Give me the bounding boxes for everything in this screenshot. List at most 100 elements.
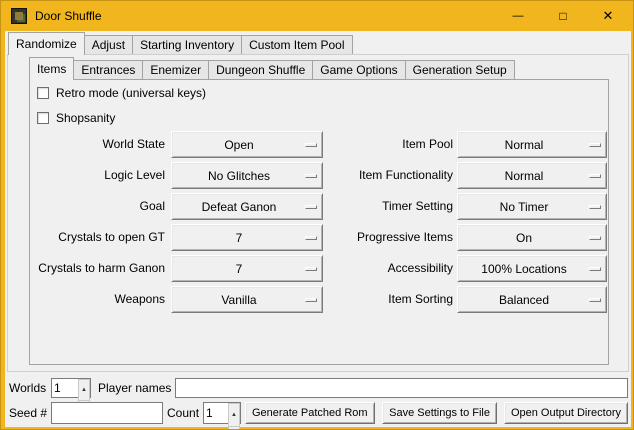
window-title: Door Shuffle: [35, 9, 102, 23]
crystals-open-gt-label: Crystals to open GT: [33, 224, 165, 251]
maximize-icon: □: [559, 9, 566, 23]
tab-enemizer[interactable]: Enemizer: [142, 60, 209, 79]
spin-up-button[interactable]: ▲: [228, 403, 240, 427]
seed-input[interactable]: [51, 402, 163, 424]
timer-setting-dropdown[interactable]: No Timer: [457, 193, 607, 220]
inner-tab-bar: Items Entrances Enemizer Dungeon Shuffle…: [29, 58, 515, 79]
item-sorting-dropdown[interactable]: Balanced: [457, 286, 607, 313]
tab-game-options[interactable]: Game Options: [312, 60, 405, 79]
retro-mode-label: Retro mode (universal keys): [56, 86, 206, 100]
dropdown-value: No Glitches: [208, 169, 270, 183]
dropdown-value: Vanilla: [221, 293, 256, 307]
player-names-label: Player names: [98, 378, 171, 398]
minimize-button[interactable]: —: [496, 2, 540, 30]
dropdown-indicator-icon: [589, 298, 601, 302]
tab-label: Items: [37, 62, 66, 76]
accessibility-label: Accessibility: [311, 255, 453, 282]
save-settings-button[interactable]: Save Settings to File: [382, 402, 497, 424]
crystals-harm-ganon-label: Crystals to harm Ganon: [33, 255, 165, 282]
item-functionality-dropdown[interactable]: Normal: [457, 162, 607, 189]
client-area: Randomize Adjust Starting Inventory Cust…: [5, 31, 631, 427]
shopsanity-checkbox[interactable]: [37, 112, 49, 124]
dropdown-indicator-icon: [589, 236, 601, 240]
tab-label: Custom Item Pool: [249, 38, 344, 52]
accessibility-dropdown[interactable]: 100% Locations: [457, 255, 607, 282]
item-pool-label: Item Pool: [311, 131, 453, 158]
crystals-open-gt-dropdown[interactable]: 7: [171, 224, 323, 251]
dropdown-indicator-icon: [589, 205, 601, 209]
shopsanity-label: Shopsanity: [56, 111, 115, 125]
tab-dungeon-shuffle[interactable]: Dungeon Shuffle: [208, 60, 313, 79]
crystals-harm-ganon-dropdown[interactable]: 7: [171, 255, 323, 282]
seed-label: Seed #: [9, 402, 47, 424]
progressive-items-dropdown[interactable]: On: [457, 224, 607, 251]
goal-label: Goal: [33, 193, 165, 220]
worlds-input[interactable]: [52, 379, 78, 397]
tab-label: Enemizer: [150, 63, 201, 77]
dropdown-value: No Timer: [500, 200, 549, 214]
tab-label: Starting Inventory: [140, 38, 234, 52]
goal-dropdown[interactable]: Defeat Ganon: [171, 193, 323, 220]
tab-custom-item-pool[interactable]: Custom Item Pool: [241, 35, 352, 54]
app-window: Door Shuffle — □ ✕ Randomize Adjust Star…: [0, 0, 634, 430]
tab-label: Generation Setup: [413, 63, 507, 77]
logic-level-dropdown[interactable]: No Glitches: [171, 162, 323, 189]
worlds-label: Worlds: [9, 378, 46, 398]
dropdown-value: Normal: [505, 138, 544, 152]
timer-setting-label: Timer Setting: [311, 193, 453, 220]
progressive-items-label: Progressive Items: [311, 224, 453, 251]
tab-generation-setup[interactable]: Generation Setup: [405, 60, 515, 79]
close-button[interactable]: ✕: [586, 2, 630, 30]
count-input[interactable]: [204, 403, 228, 423]
worlds-spinbox[interactable]: ▲ ▼: [51, 378, 91, 398]
dropdown-value: Defeat Ganon: [202, 200, 277, 214]
dropdown-indicator-icon: [589, 143, 601, 147]
tab-entrances[interactable]: Entrances: [73, 60, 143, 79]
dropdown-value: 100% Locations: [481, 262, 566, 276]
tab-label: Dungeon Shuffle: [216, 63, 305, 77]
close-icon: ✕: [603, 8, 614, 24]
world-state-label: World State: [33, 131, 165, 158]
dropdown-value: Open: [224, 138, 253, 152]
spin-up-button[interactable]: ▲: [78, 379, 90, 401]
shopsanity-checkbox-row[interactable]: Shopsanity: [37, 111, 115, 125]
count-label: Count: [167, 402, 199, 424]
item-functionality-label: Item Functionality: [311, 162, 453, 189]
tab-label: Game Options: [320, 63, 397, 77]
tab-items[interactable]: Items: [29, 57, 74, 80]
generate-patched-rom-button[interactable]: Generate Patched Rom: [245, 402, 375, 424]
minimize-icon: —: [513, 10, 524, 22]
spin-up-icon: ▲: [231, 404, 237, 426]
player-names-input[interactable]: [175, 378, 628, 398]
dropdown-indicator-icon: [589, 267, 601, 271]
tab-adjust[interactable]: Adjust: [84, 35, 133, 54]
tab-label: Randomize: [16, 37, 77, 51]
spin-up-icon: ▲: [81, 380, 87, 400]
retro-mode-checkbox[interactable]: [37, 87, 49, 99]
dropdown-value: Normal: [505, 169, 544, 183]
dropdown-value: Balanced: [499, 293, 549, 307]
items-tab-panel: [29, 79, 609, 365]
count-spin-buttons: ▲ ▼: [228, 403, 240, 423]
maximize-button[interactable]: □: [541, 2, 585, 30]
tab-starting-inventory[interactable]: Starting Inventory: [132, 35, 242, 54]
item-pool-dropdown[interactable]: Normal: [457, 131, 607, 158]
weapons-label: Weapons: [33, 286, 165, 313]
worlds-spin-buttons: ▲ ▼: [78, 379, 90, 397]
count-spinbox[interactable]: ▲ ▼: [203, 402, 241, 424]
outer-tab-bar: Randomize Adjust Starting Inventory Cust…: [8, 33, 353, 54]
item-sorting-label: Item Sorting: [311, 286, 453, 313]
dropdown-value: 7: [236, 262, 243, 276]
tab-randomize[interactable]: Randomize: [8, 32, 85, 55]
app-icon: [11, 8, 27, 24]
dropdown-value: On: [516, 231, 532, 245]
weapons-dropdown[interactable]: Vanilla: [171, 286, 323, 313]
dropdown-value: 7: [236, 231, 243, 245]
logic-level-label: Logic Level: [33, 162, 165, 189]
titlebar[interactable]: Door Shuffle — □ ✕: [1, 1, 633, 31]
retro-mode-checkbox-row[interactable]: Retro mode (universal keys): [37, 86, 206, 100]
open-output-directory-button[interactable]: Open Output Directory: [504, 402, 628, 424]
world-state-dropdown[interactable]: Open: [171, 131, 323, 158]
tab-label: Entrances: [81, 63, 135, 77]
tab-label: Adjust: [92, 38, 125, 52]
